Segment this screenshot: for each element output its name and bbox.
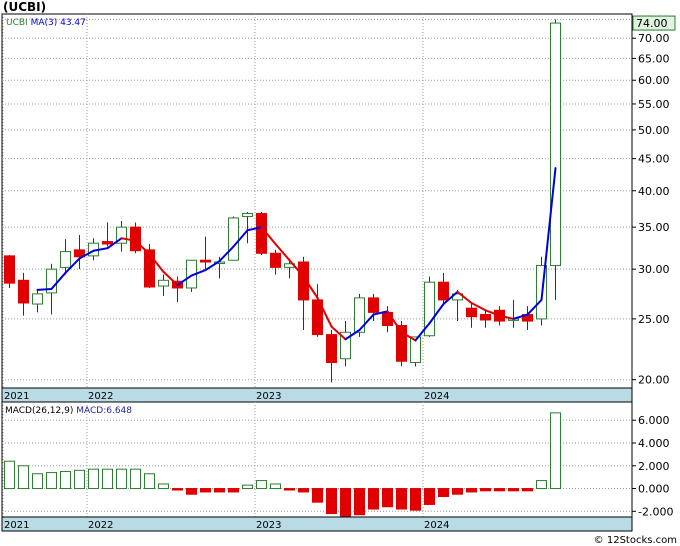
- macd-bar-positive: [158, 483, 169, 490]
- candle-body-up: [242, 212, 253, 217]
- legend-ticker: UCBI: [6, 18, 31, 28]
- macd-bar-positive: [256, 480, 267, 490]
- candle-body-up: [32, 293, 43, 305]
- last-price-label: 74.00: [636, 17, 668, 30]
- macd-bar-negative: [508, 488, 519, 492]
- price-tick-label: 60.00: [638, 74, 670, 87]
- price-tick-label: 45.00: [638, 153, 670, 166]
- price-panel: 75.0070.0065.0060.0055.0050.0045.0040.00…: [1, 13, 676, 403]
- price-tick-label: 40.00: [638, 185, 670, 198]
- macd-date-tick-label: 2023: [256, 520, 281, 531]
- candle-body-down: [368, 297, 379, 313]
- macd-tick-label: -2.000: [638, 505, 673, 518]
- macd-bar-positive: [74, 469, 85, 490]
- price-tick-label: 30.00: [638, 263, 670, 276]
- price-tick-label: 20.00: [638, 374, 670, 387]
- macd-legend-value: MACD:6.648: [76, 406, 132, 416]
- candle-body-down: [480, 314, 491, 321]
- date-tick-label: 2022: [88, 391, 113, 402]
- legend-ma-label: MA(3): [31, 18, 61, 28]
- macd-panel: 6.000 4.000 2.000 0.000 -2.000 MACD(26,12,9) …: [1, 401, 673, 532]
- candle-body-up: [60, 251, 71, 268]
- macd-bar-negative: [424, 488, 435, 505]
- macd-bar-negative: [186, 488, 197, 495]
- macd-bar-negative: [494, 488, 505, 492]
- candle-body-down: [382, 311, 393, 326]
- macd-tick-label: 0.000: [638, 483, 670, 496]
- macd-date-tick-label: 2024: [424, 520, 449, 531]
- macd-tick-label: 2.000: [638, 460, 670, 473]
- macd-bar-positive: [102, 468, 113, 490]
- macd-bar-positive: [144, 473, 155, 490]
- macd-bar-positive: [130, 468, 141, 490]
- macd-bar-negative: [326, 488, 337, 515]
- macd-bar-negative: [200, 488, 211, 493]
- price-tick-label: 55.00: [638, 98, 670, 111]
- credit-label: © 12Stocks.com: [593, 535, 677, 546]
- candle-body-down: [326, 334, 337, 364]
- macd-bar-negative: [354, 488, 365, 516]
- stock-chart: 75.0070.0065.0060.0055.0050.0045.0040.00…: [1, 13, 676, 532]
- date-tick-label: 2024: [424, 391, 449, 402]
- date-tick-label: 2021: [4, 391, 29, 402]
- macd-date-tick-label: 2021: [4, 520, 29, 531]
- macd-bar-negative: [312, 488, 323, 503]
- macd-bar-positive: [46, 472, 57, 490]
- macd-legend: MACD(26,12,9) MACD:6.648: [5, 406, 132, 416]
- candle-body-up: [158, 279, 169, 287]
- macd-tick-label: 6.000: [638, 414, 670, 427]
- price-tick-label: 50.00: [638, 124, 670, 137]
- candle-body-down: [256, 212, 267, 254]
- candle-body-up: [228, 217, 239, 261]
- macd-bar-negative: [480, 488, 491, 492]
- macd-bar-negative: [410, 488, 421, 511]
- macd-bar-negative: [522, 488, 533, 492]
- price-tick-label: 70.00: [638, 32, 670, 45]
- candle-body-down: [18, 279, 29, 304]
- candle-body-up: [550, 22, 561, 267]
- macd-date-tick-label: 2022: [88, 520, 113, 531]
- legend-ma-value: 43.47: [60, 18, 86, 28]
- candle-body-down: [200, 259, 211, 263]
- price-tick-label: 25.00: [638, 313, 670, 326]
- price-tick-label: 35.00: [638, 221, 670, 234]
- ma-line-segment: [36, 287, 53, 291]
- macd-bar-negative: [214, 488, 225, 493]
- macd-bar-positive: [116, 468, 127, 490]
- candle-body-down: [130, 226, 141, 252]
- macd-bar-negative: [340, 488, 351, 519]
- macd-bar-positive: [32, 473, 43, 490]
- price-tick-label: 65.00: [638, 52, 670, 65]
- candle-body-down: [102, 241, 113, 245]
- macd-bar-negative: [298, 488, 309, 493]
- date-tick-label: 2023: [256, 391, 281, 402]
- macd-bar-negative: [368, 488, 379, 510]
- macd-bar-positive: [60, 470, 71, 490]
- macd-bar-positive: [536, 480, 547, 490]
- macd-bar-negative: [172, 488, 183, 491]
- candle-body-down: [4, 255, 15, 284]
- macd-bar-positive: [18, 465, 29, 490]
- macd-bar-positive: [270, 483, 281, 490]
- macd-legend-label: MACD(26,12,9): [5, 406, 76, 416]
- macd-bar-positive: [242, 484, 253, 490]
- macd-bar-negative: [382, 488, 393, 508]
- candle-body-down: [438, 281, 449, 301]
- macd-tick-label: 4.000: [638, 437, 670, 450]
- price-legend: UCBI MA(3) 43.47: [6, 18, 86, 28]
- macd-bar-positive: [88, 468, 99, 490]
- candle-body-down: [270, 252, 281, 268]
- macd-bar-positive: [550, 412, 561, 490]
- macd-bar-negative: [466, 488, 477, 493]
- candle-body-down: [466, 307, 477, 318]
- macd-bar-negative: [452, 488, 463, 495]
- macd-bar-negative: [228, 488, 239, 493]
- macd-bar-positive: [4, 460, 15, 490]
- macd-bar-negative: [284, 488, 295, 491]
- macd-bar-negative: [396, 488, 407, 510]
- macd-bar-negative: [438, 488, 449, 498]
